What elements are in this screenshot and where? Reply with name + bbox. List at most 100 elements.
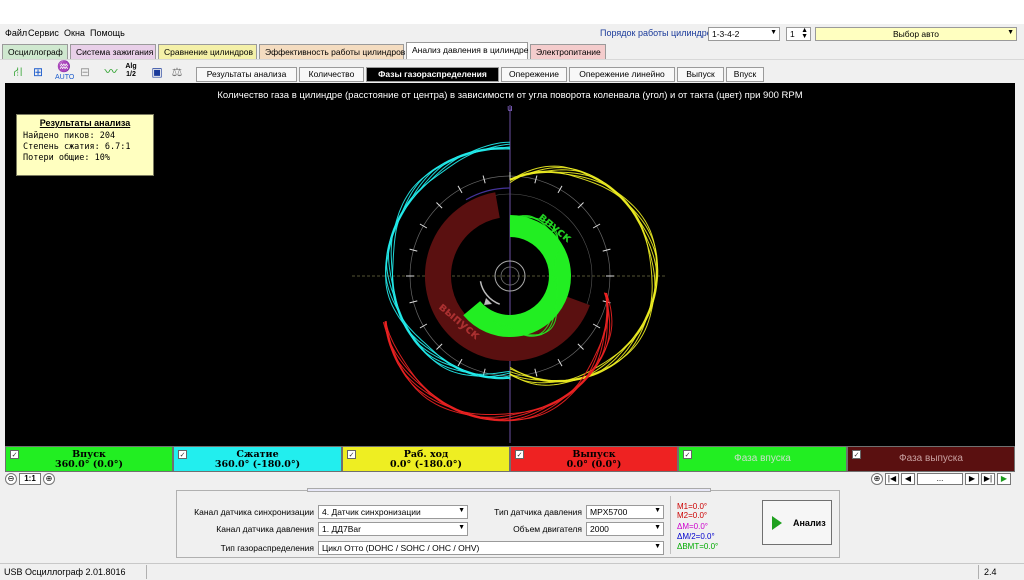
cylinder-order-value: 1-3-4-2	[712, 29, 740, 39]
hierarchy-icon[interactable]: ⊞	[29, 63, 47, 81]
results-panel: Результаты анализа Найдено пиков: 204 Ст…	[16, 114, 154, 176]
pressure-polar-plot[interactable]: впуск выпуск u Количество газа в цилиндре …	[5, 83, 1015, 446]
tab-label: Электропитание	[536, 47, 601, 57]
chevron-down-icon: ▼	[654, 524, 661, 531]
legend-exhaust[interactable]: ✓ Выпуск 0.0° (0.0°)	[510, 446, 678, 472]
play-button[interactable]: ▶	[997, 473, 1011, 485]
tab-ignition-system[interactable]: Система зажигания	[70, 44, 156, 59]
results-losses: Потери общие: 10%	[23, 153, 110, 163]
status-app-version: USB Осциллограф 2.01.8016	[4, 567, 126, 577]
legend-checkbox[interactable]: ✓	[683, 450, 692, 459]
cylinder-spin-value: 1	[790, 29, 795, 39]
nav-position[interactable]: ...	[917, 473, 963, 485]
sync-icon[interactable]: ⛙	[9, 63, 27, 81]
tab-cylinder-compare[interactable]: Сравнение цилиндров	[158, 44, 257, 59]
auto-select-combo[interactable]: Выбор авто ▼	[815, 27, 1017, 41]
zoom-out-icon[interactable]: ⊖	[5, 473, 17, 485]
nav-last-button[interactable]: ▶|	[981, 473, 995, 485]
tab-label: Сравнение цилиндров	[164, 47, 254, 57]
pressure-channel-select[interactable]: 1. ДД7Bar ▼	[318, 522, 468, 536]
tdc-marker: u	[507, 104, 513, 114]
legend-checkbox[interactable]: ✓	[515, 450, 524, 459]
legend-compression[interactable]: ✓ Сжатие 360.0° (-180.0°)	[173, 446, 342, 472]
nav-prev-button[interactable]: ◀	[901, 473, 915, 485]
chevron-down-icon: ▼	[1007, 29, 1014, 36]
auto-select-value: Выбор авто	[892, 29, 940, 39]
analyze-label: Анализ	[793, 518, 826, 528]
tab-pressure-analysis[interactable]: Анализ давления в цилиндре	[406, 42, 528, 60]
play-icon	[772, 516, 782, 530]
timing-type-value: Цикл Отто (DOHC / SOHC / OHC / OHV)	[322, 543, 480, 553]
sync-channel-select[interactable]: 4. Датчик синхронизации ▼	[318, 505, 468, 519]
analyze-button[interactable]: Анализ	[762, 500, 832, 545]
rotation-arrow	[479, 281, 501, 305]
sync-channel-value: 4. Датчик синхронизации	[322, 507, 421, 517]
scale-icon[interactable]: ⚖	[168, 63, 186, 81]
top-strip	[0, 0, 1024, 24]
zoom-in-icon[interactable]: ⊕	[43, 473, 55, 485]
angle-tick	[457, 358, 463, 367]
menu-help[interactable]: Помощь	[90, 28, 125, 38]
cylinder-order-label: Порядок работы цилиндров	[600, 28, 717, 38]
legend-checkbox[interactable]: ✓	[852, 450, 861, 459]
subtab-intake[interactable]: Впуск	[726, 67, 764, 82]
sensor-type-select[interactable]: MPX5700 ▼	[586, 505, 664, 519]
angle-tick	[457, 185, 463, 194]
pressure-channel-label: Канал датчика давления	[216, 524, 314, 534]
nav-next-button[interactable]: ▶	[965, 473, 979, 485]
angle-tick	[557, 358, 563, 367]
subtab-quantity[interactable]: Количество	[299, 67, 364, 82]
add-icon[interactable]: ⊕	[871, 473, 883, 485]
stroke-legend: ✓ Впуск 360.0° (0.0°) ✓ Сжатие 360.0° (-…	[5, 446, 1015, 472]
subtab-analysis-results[interactable]: Результаты анализа	[196, 67, 297, 82]
subtab-exhaust[interactable]: Выпуск	[677, 67, 724, 82]
auto-icon[interactable]: ♒ AUTO	[55, 62, 74, 82]
tab-cylinder-efficiency[interactable]: Эффективность работы цилиндров	[259, 44, 406, 59]
grid-icon[interactable]: ⊟	[76, 63, 94, 81]
menu-bar: Файл Сервис Окна Помощь Порядок работы ц…	[0, 24, 1024, 43]
legend-value: 0.0° (0.0°)	[566, 459, 622, 470]
plot-title: Количество газа в цилиндре (расстояние о…	[217, 90, 803, 101]
legend-intake[interactable]: ✓ Впуск 360.0° (0.0°)	[5, 446, 173, 472]
legend-intake-phase[interactable]: ✓ Фаза впуска	[678, 446, 847, 472]
results-peaks: Найдено пиков: 204	[23, 131, 116, 141]
subtab-advance[interactable]: Опережение	[501, 67, 567, 82]
algorithm-icon[interactable]: Alg 1/2	[122, 63, 140, 81]
legend-exhaust-phase[interactable]: ✓ Фаза выпуска	[847, 446, 1015, 472]
subtab-valve-timing[interactable]: Фазы газораспределения	[366, 67, 499, 82]
nav-first-button[interactable]: |◀	[885, 473, 899, 485]
timing-type-select[interactable]: Цикл Отто (DOHC / SOHC / OHC / OHV) ▼	[318, 541, 664, 555]
cursor-m1: M1=0.0°	[677, 502, 708, 511]
chevron-down-icon: ▼	[654, 543, 661, 550]
timing-type-label: Тип газораспределения	[220, 543, 314, 553]
tab-label: Система зажигания	[76, 47, 154, 57]
pressure-channel-value: 1. ДД7Bar	[322, 524, 361, 534]
panel-splitter[interactable]	[307, 488, 711, 492]
status-divider	[146, 565, 147, 579]
engine-volume-value: 2000	[590, 524, 609, 534]
chevron-down-icon: ▼	[770, 29, 777, 36]
legend-power-stroke[interactable]: ✓ Раб. ход 0.0° (-180.0°)	[342, 446, 510, 472]
legend-checkbox[interactable]: ✓	[178, 450, 187, 459]
tab-label: Осциллограф	[8, 47, 63, 57]
save-icon[interactable]: ▣	[148, 63, 166, 81]
angle-tick	[592, 223, 601, 229]
engine-volume-select[interactable]: 2000 ▼	[586, 522, 664, 536]
legend-checkbox[interactable]: ✓	[10, 450, 19, 459]
cylinder-spin[interactable]: 1 ▲ ▼	[786, 27, 811, 41]
alg-label: Alg	[125, 63, 137, 70]
tab-oscilloscope[interactable]: Осциллограф	[2, 44, 68, 59]
toolbar: ⛙ ⊞ ♒ AUTO ⊟ 〰 Alg 1/2 ▣ ⚖ Результаты анал…	[0, 59, 1024, 83]
tab-power-supply[interactable]: Электропитание	[530, 44, 606, 59]
subtab-advance-linear[interactable]: Опережение линейно	[569, 67, 675, 82]
tab-label: Эффективность работы цилиндров	[265, 47, 406, 57]
menu-service[interactable]: Сервис	[28, 28, 59, 38]
curve-icon[interactable]: 〰	[102, 63, 120, 81]
legend-value: 0.0° (-180.0°)	[389, 459, 462, 470]
angle-tick	[419, 323, 428, 329]
menu-file[interactable]: Файл	[5, 28, 27, 38]
legend-checkbox[interactable]: ✓	[347, 450, 356, 459]
cylinder-order-select[interactable]: 1-3-4-2 ▼	[708, 27, 780, 41]
chevron-down-icon: ▼	[654, 507, 661, 514]
menu-windows[interactable]: Окна	[64, 28, 85, 38]
